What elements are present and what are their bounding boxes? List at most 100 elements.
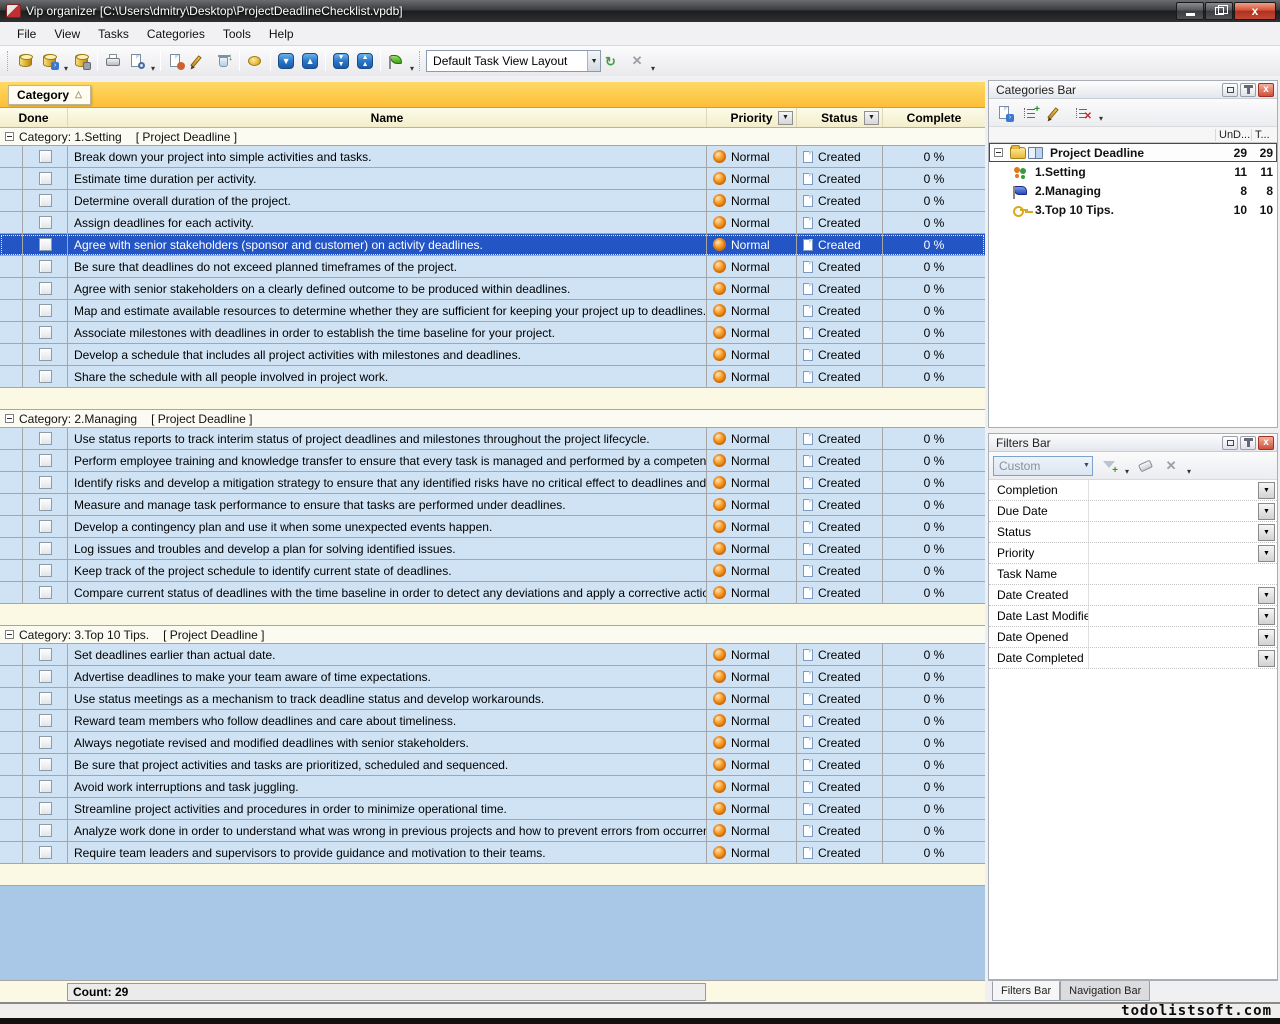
column-header-status[interactable]: Status▼ xyxy=(797,108,883,127)
collapse-icon[interactable] xyxy=(5,414,14,423)
delete-task-button[interactable]: ↓ xyxy=(212,49,236,73)
status-filter-button[interactable]: ▼ xyxy=(864,111,879,125)
delete-layout-button[interactable]: ✕ xyxy=(625,49,649,73)
task-row[interactable]: Streamline project activities and proced… xyxy=(0,798,985,820)
task-row[interactable]: Share the schedule with all people invol… xyxy=(0,366,985,388)
layout-combo[interactable]: Default Task View Layout ▼ xyxy=(426,50,601,72)
task-row[interactable]: Reward team members who follow deadlines… xyxy=(0,710,985,732)
column-header-priority[interactable]: Priority▼ xyxy=(707,108,797,127)
filter-dropdown-button[interactable]: ▼ xyxy=(1258,545,1275,562)
add-subcategory-button[interactable]: + xyxy=(1019,102,1043,124)
task-row[interactable]: Agree with senior stakeholders (sponsor … xyxy=(0,234,985,256)
task-row[interactable]: Measure and manage task performance to e… xyxy=(0,494,985,516)
filter-dropdown-button[interactable]: ▼ xyxy=(1258,482,1275,499)
move-up-button[interactable]: ▲ xyxy=(298,49,322,73)
task-checkbox[interactable] xyxy=(39,780,52,793)
move-to-bottom-button[interactable]: ▼▼ xyxy=(329,49,353,73)
move-down-button[interactable]: ▼ xyxy=(274,49,298,73)
tab-filters-bar[interactable]: Filters Bar xyxy=(992,981,1060,1001)
categories-restore-button[interactable] xyxy=(1222,83,1238,97)
task-row[interactable]: Log issues and troubles and develop a pl… xyxy=(0,538,985,560)
task-checkbox[interactable] xyxy=(39,736,52,749)
open-database-button[interactable]: › xyxy=(38,49,62,73)
task-checkbox[interactable] xyxy=(39,370,52,383)
task-checkbox[interactable] xyxy=(39,194,52,207)
group-header-row[interactable]: Category: 2.Managing[ Project Deadline ] xyxy=(0,410,985,428)
move-to-top-button[interactable]: ▲▲ xyxy=(353,49,377,73)
task-row[interactable]: Always negotiate revised and modified de… xyxy=(0,732,985,754)
task-checkbox[interactable] xyxy=(39,802,52,815)
close-button[interactable]: x xyxy=(1234,2,1276,20)
awards-button[interactable] xyxy=(243,49,267,73)
toolbar-grip-2[interactable] xyxy=(419,51,423,71)
task-row[interactable]: Use status meetings as a mechanism to tr… xyxy=(0,688,985,710)
filter-dropdown-button[interactable]: ▼ xyxy=(1258,587,1275,604)
undone-column-header[interactable]: UnD... xyxy=(1215,129,1251,141)
task-row[interactable]: Use status reports to track interim stat… xyxy=(0,428,985,450)
apply-filter-button[interactable] xyxy=(1097,455,1121,477)
delete-filter-button[interactable]: ✕ xyxy=(1159,455,1183,477)
task-checkbox[interactable] xyxy=(39,238,52,251)
category-tree-item[interactable]: 3.Top 10 Tips.1010 xyxy=(989,200,1277,219)
edit-task-button[interactable] xyxy=(188,49,212,73)
group-header-row[interactable]: Category: 3.Top 10 Tips.[ Project Deadli… xyxy=(0,626,985,644)
add-category-button[interactable]: › xyxy=(993,102,1017,124)
column-header-name[interactable]: Name xyxy=(68,108,707,127)
task-checkbox[interactable] xyxy=(39,348,52,361)
task-checkbox[interactable] xyxy=(39,586,52,599)
task-checkbox[interactable] xyxy=(39,758,52,771)
print-dropdown[interactable]: ▾ xyxy=(149,64,157,73)
task-row[interactable]: Advertise deadlines to make your team aw… xyxy=(0,666,985,688)
priority-filter-button[interactable]: ▼ xyxy=(778,111,793,125)
task-checkbox[interactable] xyxy=(39,648,52,661)
category-tree-item[interactable]: 1.Setting1111 xyxy=(989,162,1277,181)
menu-item-view[interactable]: View xyxy=(45,24,89,44)
total-column-header[interactable]: T... xyxy=(1251,129,1277,141)
filters-close-button[interactable]: x xyxy=(1258,436,1274,450)
group-header-row[interactable]: Category: 1.Setting[ Project Deadline ] xyxy=(0,128,985,146)
task-row[interactable]: Map and estimate available resources to … xyxy=(0,300,985,322)
collapse-icon[interactable] xyxy=(994,148,1003,157)
task-row[interactable]: Compare current status of deadlines with… xyxy=(0,582,985,604)
category-tree-item[interactable]: Project Deadline2929 xyxy=(989,143,1277,162)
collapse-icon[interactable] xyxy=(5,630,14,639)
task-row[interactable]: Be sure that deadlines do not exceed pla… xyxy=(0,256,985,278)
group-by-category-button[interactable]: Category △ xyxy=(8,85,91,105)
task-checkbox[interactable] xyxy=(39,326,52,339)
task-checkbox[interactable] xyxy=(39,520,52,533)
task-row[interactable]: Avoid work interruptions and task juggli… xyxy=(0,776,985,798)
task-checkbox[interactable] xyxy=(39,564,52,577)
filter-dropdown-button[interactable]: ▼ xyxy=(1258,629,1275,646)
open-database-dropdown[interactable]: ▾ xyxy=(62,64,70,73)
task-checkbox[interactable] xyxy=(39,150,52,163)
menu-item-tools[interactable]: Tools xyxy=(214,24,260,44)
menu-item-file[interactable]: File xyxy=(8,24,45,44)
tab-navigation-bar[interactable]: Navigation Bar xyxy=(1060,981,1150,1001)
flag-button[interactable] xyxy=(384,49,408,73)
edit-category-button[interactable] xyxy=(1045,102,1069,124)
task-checkbox[interactable] xyxy=(39,670,52,683)
categories-toolbar-dropdown[interactable]: ▾ xyxy=(1097,114,1105,123)
menu-item-help[interactable]: Help xyxy=(260,24,303,44)
task-row[interactable]: Require team leaders and supervisors to … xyxy=(0,842,985,864)
task-row[interactable]: Estimate time duration per activity.Norm… xyxy=(0,168,985,190)
task-checkbox[interactable] xyxy=(39,454,52,467)
task-row[interactable]: Determine overall duration of the projec… xyxy=(0,190,985,212)
task-row[interactable]: Develop a schedule that includes all pro… xyxy=(0,344,985,366)
print-preview-button[interactable] xyxy=(125,49,149,73)
filter-dropdown-button[interactable]: ▼ xyxy=(1258,524,1275,541)
column-header-complete[interactable]: Complete xyxy=(883,108,985,127)
categories-pin-button[interactable] xyxy=(1240,83,1256,97)
task-checkbox[interactable] xyxy=(39,692,52,705)
task-checkbox[interactable] xyxy=(39,846,52,859)
task-row[interactable]: Assign deadlines for each activity.Norma… xyxy=(0,212,985,234)
task-checkbox[interactable] xyxy=(39,282,52,295)
filter-dropdown-button[interactable]: ▼ xyxy=(1258,650,1275,667)
task-row[interactable]: Agree with senior stakeholders on a clea… xyxy=(0,278,985,300)
task-row[interactable]: Be sure that project activities and task… xyxy=(0,754,985,776)
menu-item-categories[interactable]: Categories xyxy=(138,24,214,44)
apply-layout-button[interactable]: ↻ xyxy=(601,49,625,73)
print-button[interactable] xyxy=(101,49,125,73)
filter-dropdown-button[interactable]: ▼ xyxy=(1258,608,1275,625)
new-database-button[interactable] xyxy=(14,49,38,73)
